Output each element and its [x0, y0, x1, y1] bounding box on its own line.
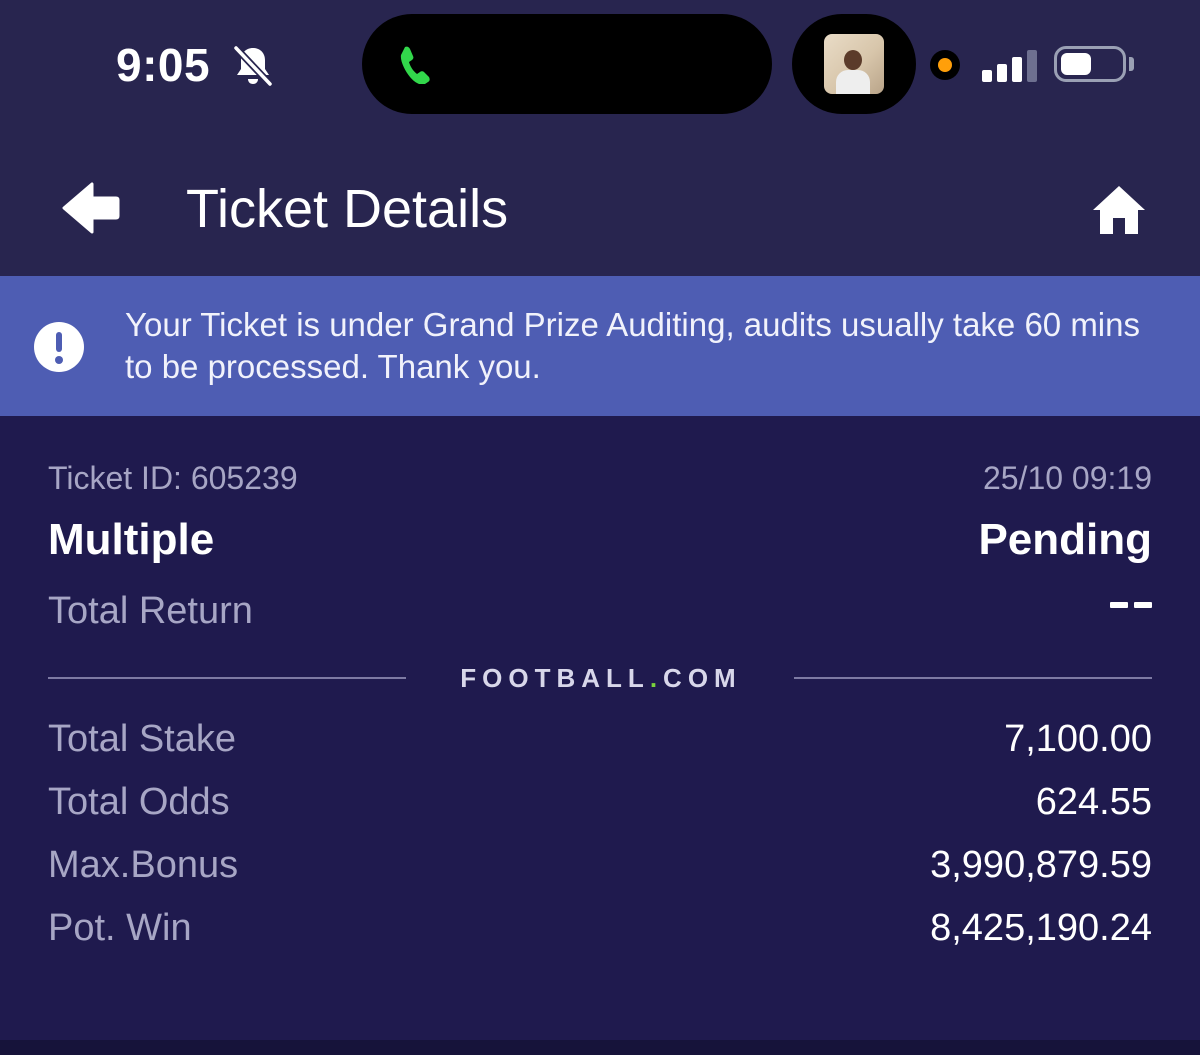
dynamic-island-call[interactable] [362, 14, 772, 114]
detail-row-max-bonus: Max.Bonus 3,990,879.59 [48, 842, 1152, 892]
mic-indicator-icon [930, 50, 960, 80]
dynamic-island-camera[interactable] [792, 14, 916, 114]
arrow-left-icon[interactable] [62, 180, 120, 236]
ticket-type: Multiple [48, 515, 215, 564]
camera-thumbnail [824, 34, 884, 94]
detail-label: Max.Bonus [48, 844, 239, 886]
detail-label: Pot. Win [48, 907, 192, 949]
ticket-datetime: 25/10 09:19 [982, 460, 1152, 496]
battery-cap [1129, 57, 1134, 71]
ticket-meta-row: Ticket ID: 605239 25/10 09:19 [48, 458, 1152, 508]
brand-logo: FOOTBALL.COM [460, 663, 742, 693]
ticket-id: Ticket ID: 605239 [48, 460, 298, 496]
detail-value: 3,990,879.59 [930, 844, 1152, 886]
total-return-label: Total Return [48, 590, 253, 632]
total-return-value [1110, 602, 1152, 618]
ticket-type-row: Multiple Pending [48, 514, 1152, 570]
detail-row-total-odds: Total Odds 624.55 [48, 779, 1152, 829]
detail-row-total-stake: Total Stake 7,100.00 [48, 716, 1152, 766]
signal-icon [982, 46, 1038, 82]
detail-value: 8,425,190.24 [930, 907, 1152, 949]
detail-value: 7,100.00 [1004, 718, 1152, 760]
home-icon[interactable] [1092, 184, 1146, 236]
ticket-status: Pending [978, 515, 1152, 564]
bell-slash-icon [233, 45, 273, 87]
divider-right [794, 677, 1152, 679]
exclamation-icon [34, 322, 84, 372]
bottom-edge [0, 1040, 1200, 1055]
status-time: 9:05 [116, 39, 211, 91]
battery-icon [1054, 46, 1126, 82]
detail-label: Total Stake [48, 718, 236, 760]
divider-left [48, 677, 406, 679]
detail-value: 624.55 [1035, 781, 1152, 823]
total-return-row: Total Return [48, 588, 1152, 638]
page-title: Ticket Details [186, 179, 509, 239]
phone-icon [400, 46, 430, 84]
detail-row-pot-win: Pot. Win 8,425,190.24 [48, 905, 1152, 955]
detail-label: Total Odds [48, 781, 230, 823]
banner-message: Your Ticket is under Grand Prize Auditin… [125, 306, 1140, 385]
